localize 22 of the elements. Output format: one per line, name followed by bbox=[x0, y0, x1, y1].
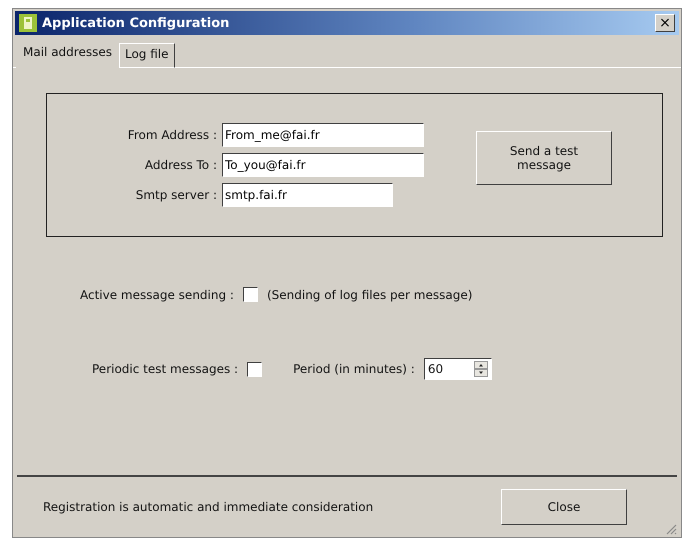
send-test-button[interactable]: Send a test message bbox=[476, 131, 612, 185]
checkbox[interactable] bbox=[247, 362, 262, 376]
field-label: Smtp server : bbox=[134, 188, 217, 202]
checkbox[interactable] bbox=[242, 287, 258, 302]
period-spinner[interactable]: 60 bbox=[424, 358, 492, 380]
window-title: Application Configuration bbox=[42, 16, 230, 30]
text-field[interactable]: smtp.fai.fr bbox=[222, 183, 393, 207]
field-label: Address To : bbox=[144, 158, 217, 172]
option-label: Periodic test messages : bbox=[92, 362, 238, 376]
period-label: Period (in minutes) : bbox=[293, 362, 415, 376]
tab[interactable]: Log file bbox=[118, 43, 174, 68]
close-dialog-button[interactable]: Close bbox=[501, 489, 627, 525]
resize-grip-icon[interactable] bbox=[665, 523, 677, 535]
text-field[interactable]: To_you@fai.fr bbox=[222, 153, 424, 177]
option-label: Active message sending : bbox=[80, 288, 234, 302]
field-label: From Address : bbox=[126, 128, 217, 142]
option-note: (Sending of log files per message) bbox=[266, 288, 472, 302]
status-message: Registration is automatic and immediate consideration bbox=[43, 500, 374, 514]
spinner-arrows-icon[interactable] bbox=[474, 361, 488, 377]
text-field[interactable]: From_me@fai.fr bbox=[222, 123, 424, 147]
close-button[interactable]: × bbox=[655, 14, 675, 32]
app-icon bbox=[19, 14, 37, 32]
